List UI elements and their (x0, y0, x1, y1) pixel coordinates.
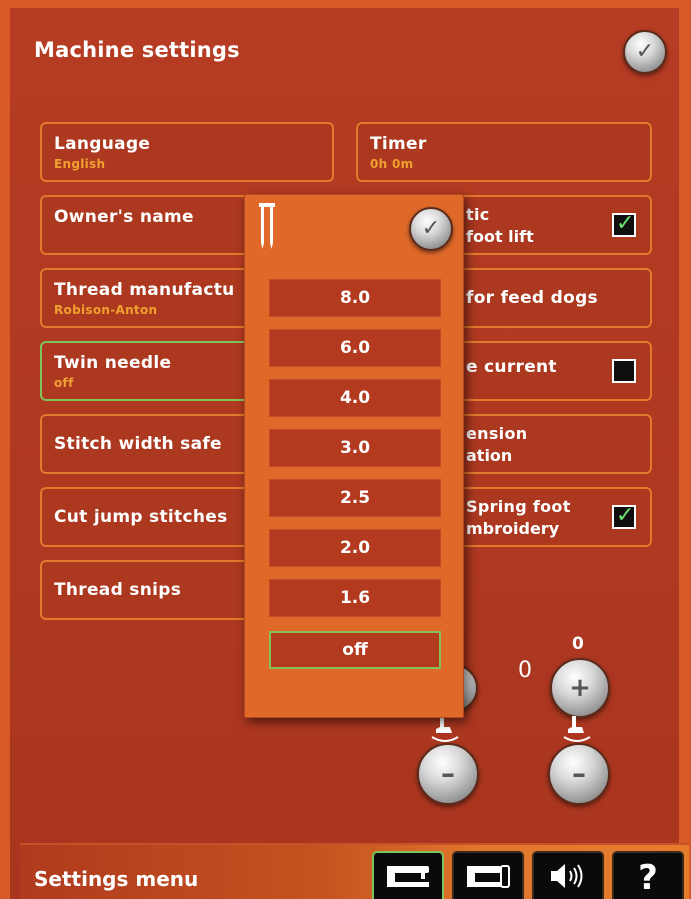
twin-needle-option[interactable]: 3.0 (269, 429, 441, 467)
spring-foot-embroidery-checkbox[interactable]: ✓ (612, 503, 636, 529)
left-presser-foot-icon (428, 713, 462, 747)
automatic-foot-lift-label-2: foot lift (466, 227, 534, 246)
tab-sound-settings[interactable] (532, 851, 604, 899)
plus-icon: + (569, 673, 591, 703)
left-minus-button[interactable]: – (417, 743, 479, 805)
automatic-foot-lift-label-1: tic (466, 205, 490, 224)
twin-needle-option[interactable]: 6.0 (269, 329, 441, 367)
help-icon: ? (638, 858, 658, 898)
check-icon: ✓ (421, 216, 441, 241)
confirm-button[interactable]: ✓ (623, 30, 667, 74)
automatic-foot-lift-checkbox[interactable]: ✓ (612, 211, 636, 237)
spring-foot-embroidery-label-1: Spring foot (466, 497, 571, 516)
embroidery-machine-icon (465, 863, 511, 893)
twin-needle-option[interactable]: 1.6 (269, 579, 441, 617)
right-plus-button[interactable]: + (550, 658, 610, 718)
sewing-machine-icon (385, 863, 431, 893)
minus-icon: – (572, 757, 586, 790)
twin-needle-option-selected[interactable]: off (269, 631, 441, 669)
twin-needle-option[interactable]: 8.0 (269, 279, 441, 317)
right-minus-button[interactable]: – (548, 743, 610, 805)
speaker-icon (545, 861, 591, 895)
owners-name-label: Owner's name (54, 207, 194, 227)
screen: Machine settings ✓ Language English Owne… (0, 0, 691, 899)
twin-needle-popup: ✓ 8.0 6.0 4.0 3.0 2.5 2.0 1.6 off (244, 194, 464, 718)
right-presser-foot-icon (560, 713, 594, 747)
right-prefix-value: 0 (518, 658, 532, 683)
twin-needle-icon (257, 203, 277, 249)
thread-manufacturer-value: Robison-Anton (54, 303, 158, 317)
timer-label: Timer (370, 134, 427, 154)
page-title: Machine settings (34, 38, 240, 62)
tab-embroidery-settings[interactable] (452, 851, 524, 899)
thread-manufacturer-label: Thread manufactu (54, 280, 235, 300)
popup-confirm-button[interactable]: ✓ (409, 207, 453, 251)
thread-snips-label: Thread snips (54, 580, 182, 600)
save-current-label: e current (466, 357, 557, 377)
checkmark-icon: ✓ (616, 211, 635, 236)
twin-needle-value: off (54, 376, 74, 390)
twin-needle-option[interactable]: 2.0 (269, 529, 441, 567)
spring-foot-embroidery-label-2: mbroidery (466, 519, 560, 538)
tension-compensation-label-1: ension (466, 424, 528, 443)
feed-dogs-label: for feed dogs (466, 288, 598, 308)
checkmark-icon: ✓ (616, 503, 635, 528)
check-icon: ✓ (635, 39, 655, 64)
language-value: English (54, 157, 106, 171)
tab-help[interactable]: ? (612, 851, 684, 899)
twin-needle-option[interactable]: 4.0 (269, 379, 441, 417)
cut-jump-stitches-label: Cut jump stitches (54, 507, 228, 527)
timer-value: 0h 0m (370, 157, 414, 171)
language-label: Language (54, 134, 151, 154)
language-setting[interactable]: Language English (40, 122, 334, 182)
right-value: 0 (572, 634, 584, 654)
bottom-title: Settings menu (34, 867, 199, 891)
timer-setting[interactable]: Timer 0h 0m (356, 122, 652, 182)
bottom-bar: Settings menu ? (20, 843, 689, 899)
stitch-width-safety-label: Stitch width safe (54, 434, 222, 454)
save-current-checkbox[interactable] (612, 359, 636, 383)
minus-icon: – (441, 757, 455, 790)
tab-sewing-settings[interactable] (372, 851, 444, 899)
twin-needle-label: Twin needle (54, 353, 172, 373)
twin-needle-option[interactable]: 2.5 (269, 479, 441, 517)
tension-compensation-label-2: ation (466, 446, 513, 465)
